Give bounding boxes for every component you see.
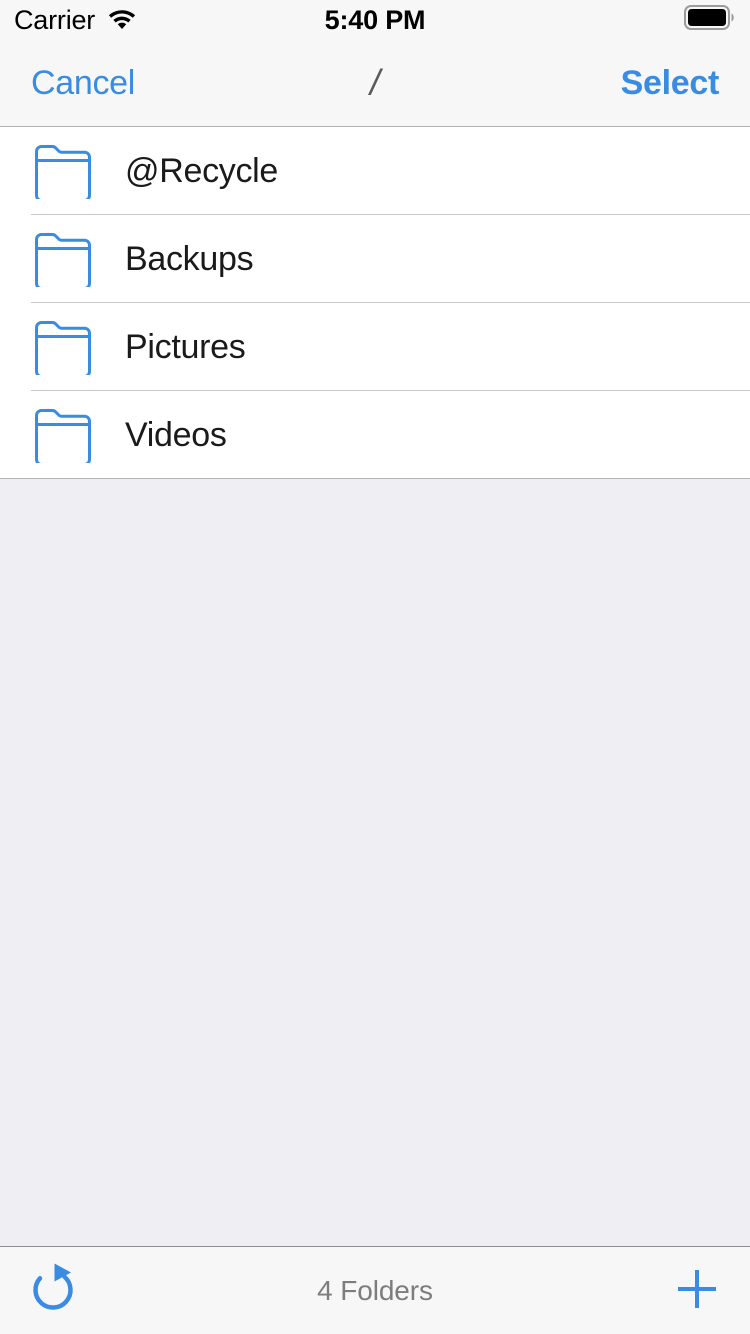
folder-name-label: Pictures: [125, 328, 246, 366]
folder-icon: [33, 407, 93, 463]
add-folder-button[interactable]: [670, 1247, 724, 1334]
folder-name-label: Videos: [125, 416, 227, 454]
folder-list: @Recycle Backups Pictures Videos: [0, 127, 750, 479]
folder-icon: [33, 319, 93, 375]
table-row[interactable]: Backups: [0, 215, 750, 303]
select-button[interactable]: Select: [621, 40, 720, 126]
table-row[interactable]: Videos: [0, 391, 750, 479]
status-bar-right: [684, 0, 736, 40]
status-bar: Carrier 5:40 PM: [0, 0, 750, 40]
battery-full-icon: [684, 5, 736, 35]
folder-icon: [33, 231, 93, 287]
folder-name-label: @Recycle: [125, 152, 279, 190]
app-screen: Carrier 5:40 PM Cancel / Select @Recycle…: [0, 0, 750, 1334]
table-row[interactable]: Pictures: [0, 303, 750, 391]
folder-name-label: Backups: [125, 240, 254, 278]
folder-count-label: 4 Folders: [317, 1275, 433, 1306]
folder-icon: [33, 143, 93, 199]
navigation-bar: Cancel / Select: [0, 40, 750, 127]
status-bar-time: 5:40 PM: [324, 5, 426, 35]
plus-icon: [675, 1267, 719, 1314]
table-row[interactable]: @Recycle: [0, 127, 750, 215]
empty-list-area: [0, 479, 750, 1246]
bottom-toolbar: 4 Folders: [0, 1246, 750, 1334]
